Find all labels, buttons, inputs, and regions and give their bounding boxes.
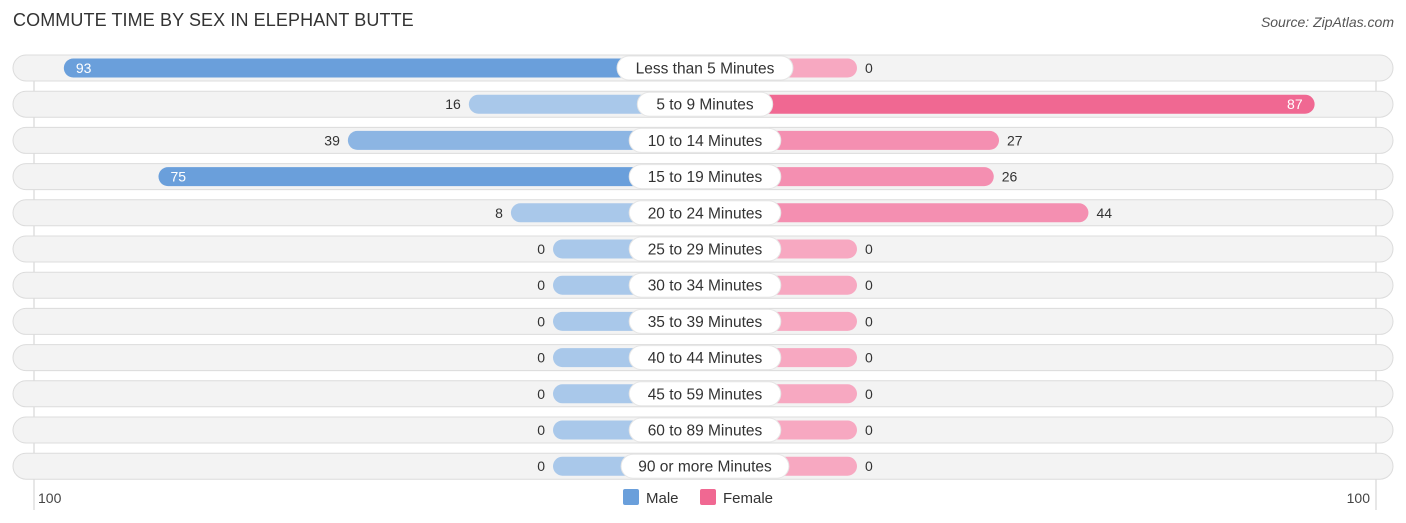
- category-label: 60 to 89 Minutes: [648, 423, 763, 440]
- female-value-label: 26: [1002, 169, 1018, 185]
- female-value-label: 27: [1007, 132, 1023, 148]
- male-value-label: 0: [537, 350, 545, 366]
- female-value-label: 0: [865, 313, 873, 329]
- category-label: 40 to 44 Minutes: [648, 350, 763, 367]
- female-value-label: 0: [865, 386, 873, 402]
- axis-tick-right: 100: [1347, 490, 1371, 506]
- category-label: 90 or more Minutes: [638, 459, 772, 476]
- male-value-label: 0: [537, 422, 545, 438]
- category-label: 15 to 19 Minutes: [648, 169, 763, 186]
- male-value-label: 0: [537, 241, 545, 257]
- legend-swatch-male: [623, 489, 639, 505]
- male-value-label: 0: [537, 277, 545, 293]
- male-value-label: 0: [537, 458, 545, 474]
- category-label: 20 to 24 Minutes: [648, 205, 763, 222]
- category-label: Less than 5 Minutes: [636, 61, 775, 78]
- legend-label-female: Female: [723, 490, 773, 507]
- male-bar: [158, 167, 705, 187]
- male-value-label: 16: [445, 96, 461, 112]
- female-bar: [705, 94, 1315, 114]
- axis-tick-left: 100: [38, 490, 62, 506]
- female-value-label: 0: [865, 60, 873, 76]
- female-value-label: 44: [1096, 205, 1112, 221]
- male-value-label: 75: [171, 169, 187, 185]
- male-value-label: 39: [324, 132, 340, 148]
- category-label: 10 to 14 Minutes: [648, 133, 763, 150]
- male-value-label: 0: [537, 313, 545, 329]
- category-label: 30 to 34 Minutes: [648, 278, 763, 295]
- chart-svg: 93 0 Less than 5 Minutes 16 87 5 to 9 Minutes…: [12, 54, 1394, 510]
- category-label: 5 to 9 Minutes: [656, 97, 754, 114]
- male-value-label: 93: [76, 60, 92, 76]
- female-value-label: 0: [865, 277, 873, 293]
- female-value-label: 0: [865, 458, 873, 474]
- female-value-label: 0: [865, 422, 873, 438]
- category-label: 45 to 59 Minutes: [648, 386, 763, 403]
- male-value-label: 0: [537, 386, 545, 402]
- female-value-label: 0: [865, 241, 873, 257]
- male-value-label: 8: [495, 205, 503, 221]
- category-label: 25 to 29 Minutes: [648, 242, 763, 259]
- legend-swatch-female: [700, 489, 716, 505]
- male-bar: [63, 58, 705, 78]
- category-label: 35 to 39 Minutes: [648, 314, 763, 331]
- legend-label-male: Male: [646, 490, 679, 507]
- female-value-label: 87: [1287, 96, 1303, 112]
- female-value-label: 0: [865, 350, 873, 366]
